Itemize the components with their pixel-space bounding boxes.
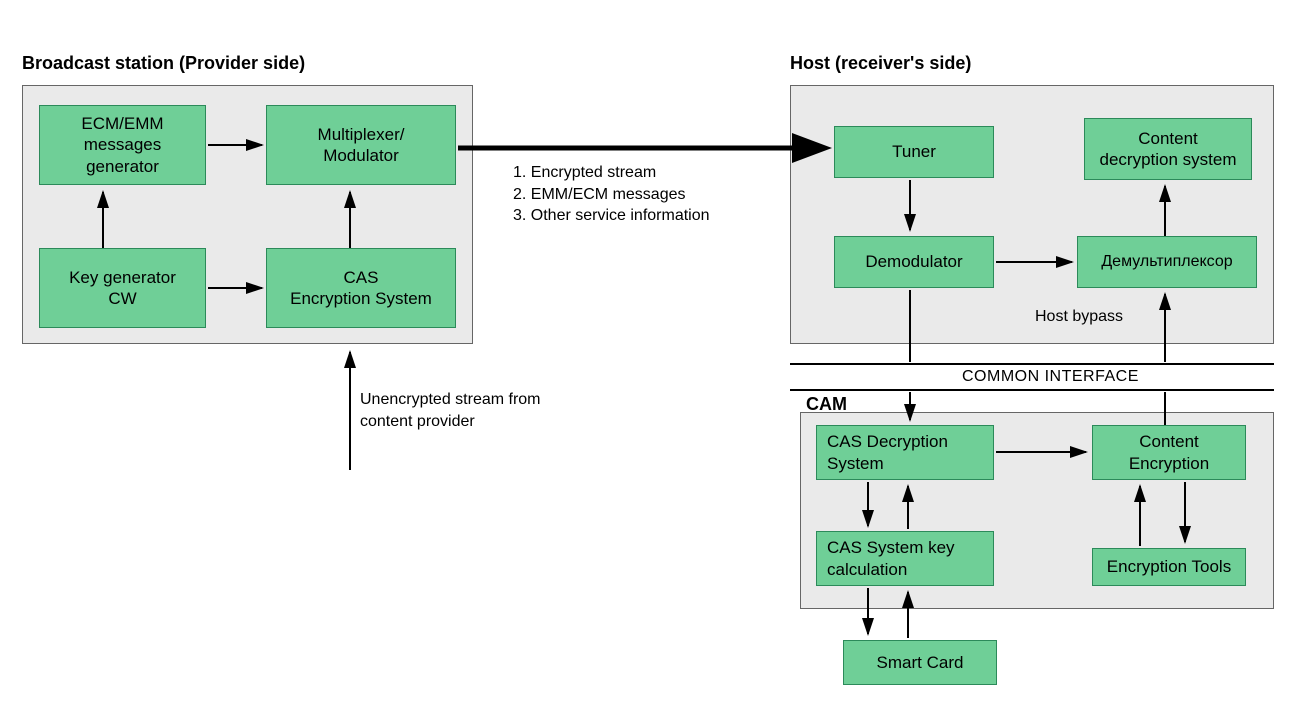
cas-decryption-box: CAS Decryption System — [816, 425, 994, 480]
key-generator-box: Key generator CW — [39, 248, 206, 328]
encryption-tools-box: Encryption Tools — [1092, 548, 1246, 586]
smart-card-box: Smart Card — [843, 640, 997, 685]
ecm-emm-box: ECM/EMM messages generator — [39, 105, 206, 185]
tuner-box: Tuner — [834, 126, 994, 178]
provider-title: Broadcast station (Provider side) — [22, 53, 305, 74]
diagram-canvas: Broadcast station (Provider side) Host (… — [0, 0, 1292, 708]
demultiplexer-box: Демультиплексор — [1077, 236, 1257, 288]
common-interface-label: COMMON INTERFACE — [962, 368, 1139, 386]
multiplexer-box: Multiplexer/ Modulator — [266, 105, 456, 185]
stream-label: 1. Encrypted stream 2. EMM/ECM messages … — [513, 162, 763, 227]
content-encryption-box: Content Encryption — [1092, 425, 1246, 480]
cas-encryption-box: CAS Encryption System — [266, 248, 456, 328]
unencrypted-label: Unencrypted stream from content provider — [360, 389, 580, 432]
demodulator-box: Demodulator — [834, 236, 994, 288]
host-bypass-label: Host bypass — [1035, 308, 1123, 326]
content-decryption-box: Content decryption system — [1084, 118, 1252, 180]
key-calculation-box: CAS System key calculation — [816, 531, 994, 586]
host-title: Host (receiver's side) — [790, 53, 971, 74]
